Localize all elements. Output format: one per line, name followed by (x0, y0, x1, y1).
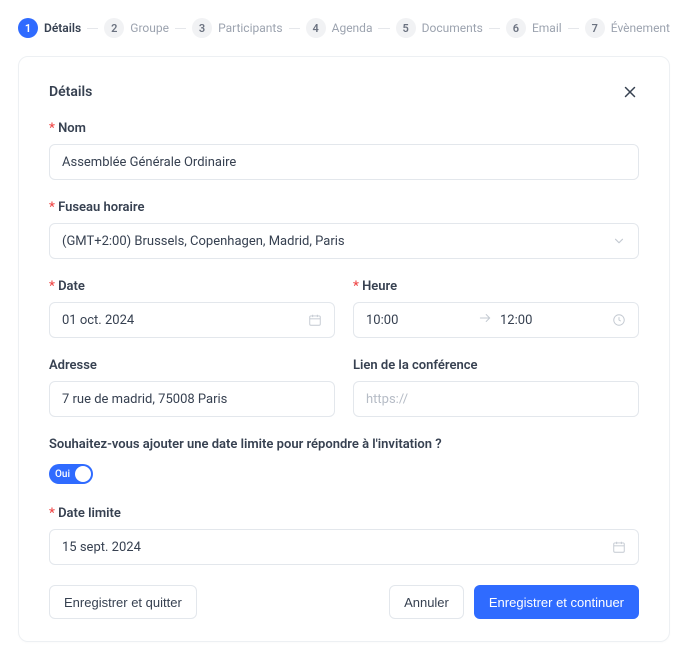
close-icon[interactable] (621, 83, 639, 101)
timezone-select[interactable]: (GMT+2:00) Brussels, Copenhagen, Madrid,… (49, 223, 639, 259)
address-input[interactable] (49, 381, 335, 417)
name-input[interactable] (49, 144, 639, 180)
step-label: Participants (218, 21, 282, 35)
time-label: Heure (353, 279, 639, 294)
calendar-icon (612, 540, 626, 554)
deadline-input-text[interactable] (62, 530, 604, 564)
card-title: Détails (49, 84, 92, 100)
step-number: 4 (306, 18, 326, 38)
step-number: 5 (396, 18, 416, 38)
step-separator (87, 28, 98, 29)
details-card: Détails Nom Fuseau horaire (GMT+2:00) Br… (18, 56, 670, 642)
date-input-text[interactable] (62, 303, 300, 337)
deadline-question: Souhaitez-vous ajouter une date limite p… (49, 437, 639, 452)
toggle-knob (75, 466, 91, 482)
name-label: Nom (49, 121, 639, 136)
conference-link-input[interactable] (353, 381, 639, 417)
step-number: 6 (506, 18, 526, 38)
step-separator (568, 28, 579, 29)
time-range-input[interactable]: 10:00 12:00 (353, 302, 639, 338)
timezone-value: (GMT+2:00) Brussels, Copenhagen, Madrid,… (62, 234, 604, 249)
address-label: Adresse (49, 358, 335, 373)
timezone-label: Fuseau horaire (49, 200, 639, 215)
step-label: Agenda (332, 21, 373, 35)
calendar-icon (308, 313, 322, 327)
step-group[interactable]: 2 Groupe (104, 18, 169, 38)
clock-icon (612, 313, 626, 327)
form-footer: Enregistrer et quitter Annuler Enregistr… (49, 585, 639, 619)
step-email[interactable]: 6 Email (506, 18, 562, 38)
name-input-text[interactable] (62, 145, 626, 179)
conference-link-input-text[interactable] (366, 382, 626, 416)
date-label: Date (49, 279, 335, 294)
conference-link-label: Lien de la conférence (353, 358, 639, 373)
step-separator (489, 28, 500, 29)
step-agenda[interactable]: 4 Agenda (306, 18, 373, 38)
step-label: Documents (422, 21, 483, 35)
step-details[interactable]: 1 Détails (18, 18, 81, 38)
card-header: Détails (49, 83, 639, 101)
time-from: 10:00 (366, 313, 470, 328)
cancel-button[interactable]: Annuler (389, 585, 464, 619)
step-label: Email (532, 21, 562, 35)
chevron-down-icon (612, 234, 626, 248)
step-label: Détails (44, 21, 81, 35)
step-separator (175, 28, 186, 29)
step-label: Groupe (130, 21, 169, 35)
address-input-text[interactable] (62, 382, 322, 416)
deadline-input[interactable] (49, 529, 639, 565)
arrow-right-icon (478, 311, 492, 329)
deadline-toggle[interactable]: Oui (49, 464, 93, 484)
save-quit-button[interactable]: Enregistrer et quitter (49, 585, 197, 619)
step-separator (378, 28, 389, 29)
step-number: 7 (585, 18, 605, 38)
step-number: 2 (104, 18, 124, 38)
step-number: 3 (192, 18, 212, 38)
deadline-label: Date limite (49, 506, 639, 521)
time-to: 12:00 (500, 313, 604, 328)
step-separator (289, 28, 300, 29)
step-number: 1 (18, 18, 38, 38)
save-continue-button[interactable]: Enregistrer et continuer (474, 585, 639, 619)
toggle-label: Oui (55, 469, 70, 480)
step-event[interactable]: 7 Évènement (585, 18, 670, 38)
step-label: Évènement (611, 21, 670, 35)
stepper: 1 Détails 2 Groupe 3 Participants 4 Agen… (18, 18, 670, 38)
step-documents[interactable]: 5 Documents (396, 18, 483, 38)
step-participants[interactable]: 3 Participants (192, 18, 282, 38)
date-input[interactable] (49, 302, 335, 338)
